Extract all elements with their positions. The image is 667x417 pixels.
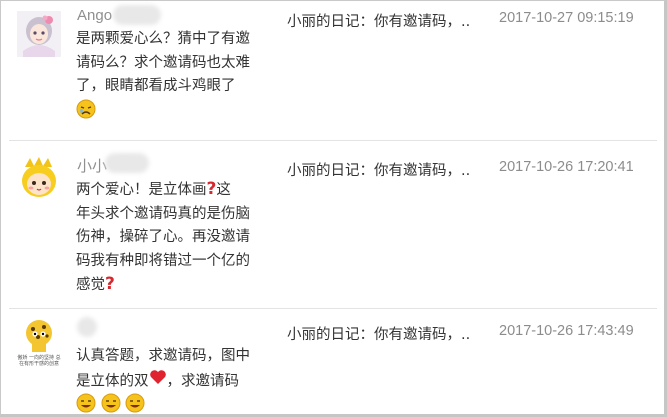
username[interactable]: Ango (77, 7, 112, 24)
comment-item: 傲娇 一向的坚持 总在有形干感的创意 认真答题，求邀请码，图中 是立体的双 ，求邀… (1, 309, 664, 414)
blurred-username (77, 317, 97, 337)
avatar[interactable] (17, 155, 61, 201)
comment-line: 了，眼睛都看成斗鸡眼了 (76, 78, 236, 94)
post-title-link[interactable]: 小丽的日记：你有邀请码，.. (287, 159, 470, 180)
username[interactable]: 小小 (77, 155, 107, 176)
comment-line: ，求邀请码 (166, 372, 240, 389)
comment-line: 感觉 (76, 277, 105, 293)
avatar[interactable] (17, 11, 61, 57)
comment-line: 伤神，操碎了心。再没邀请 (76, 229, 250, 245)
avatar-caption: 傲娇 一向的坚持 总在有形干感的创意 (17, 355, 61, 367)
comment-text: 是两颗爱心么？猜中了有邀 请码么？求个邀请码也太难 了，眼睛都看成斗鸡眼了 (76, 28, 256, 123)
comment-item: Ango 是两颗爱心么？猜中了有邀 请码么？求个邀请码也太难 了，眼睛都看成斗鸡… (1, 1, 664, 139)
comment-line: 两个爱心！是立体画 (76, 182, 207, 198)
comment-line: 认真答题，求邀请码，图中 (76, 348, 250, 364)
comment-list: Ango 是两颗爱心么？猜中了有邀 请码么？求个邀请码也太难 了，眼睛都看成斗鸡… (0, 0, 667, 417)
question-mark-icon: ? (206, 179, 217, 199)
heart-icon (149, 369, 167, 394)
comment-line: 这 (216, 182, 231, 198)
question-mark-icon: ? (105, 274, 115, 294)
comment-date: 2017-10-26 17:43:49 (499, 323, 634, 339)
comment-date: 2017-10-26 17:20:41 (499, 159, 634, 175)
comment-text: 认真答题，求邀请码，图中 是立体的双 ，求邀请码 (76, 345, 266, 414)
blurred-username (113, 5, 161, 25)
grin-emoji-icon (101, 393, 121, 414)
blurred-username (105, 153, 149, 173)
comment-date: 2017-10-27 09:15:19 (499, 10, 634, 26)
comment-line: 年头求个邀请码真的是伤脑 (76, 205, 250, 222)
comment-line: 请码么？求个邀请码也太难 (76, 54, 250, 71)
comment-line: 是两颗爱心么？猜中了有邀 (76, 31, 250, 47)
comment-line: 码我有种即将错过一个亿的 (76, 252, 250, 269)
comment-text: 两个爱心！是立体画?这 年头求个邀请码真的是伤脑 伤神，操碎了心。再没邀请 码我… (76, 178, 256, 298)
comment-line: 是立体的双 (76, 372, 149, 389)
post-title-link[interactable]: 小丽的日记：你有邀请码，.. (287, 10, 470, 31)
comment-item: 小小 两个爱心！是立体画?这 年头求个邀请码真的是伤脑 伤神，操碎了心。再没邀请… (1, 141, 664, 307)
cry-emoji-icon (76, 99, 96, 128)
grin-emoji-icon (125, 393, 145, 414)
grin-emoji-icon (76, 393, 96, 414)
post-title-link[interactable]: 小丽的日记：你有邀请码，.. (287, 323, 470, 344)
